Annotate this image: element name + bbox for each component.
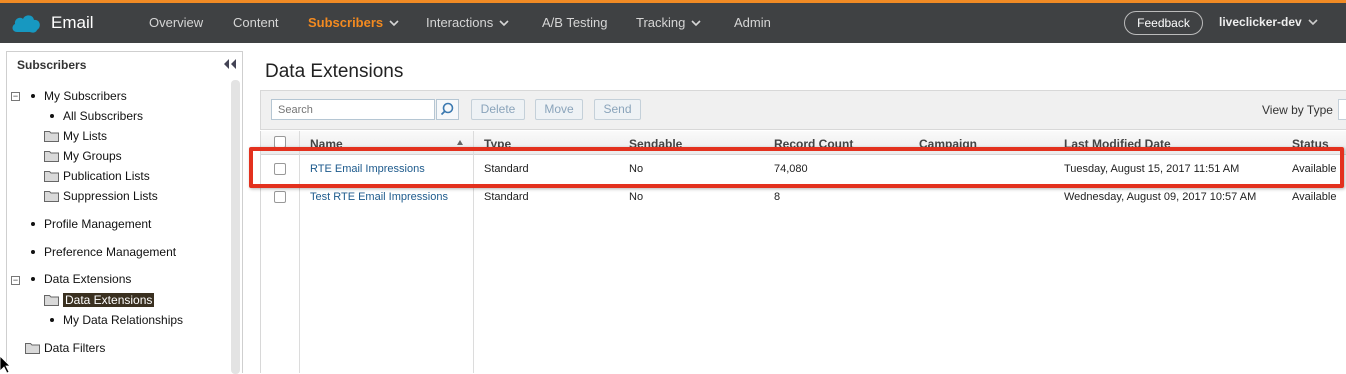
row-status: Available bbox=[1292, 191, 1337, 203]
view-by-type-label: View by Type bbox=[1262, 103, 1333, 117]
tree-item-my-subscribers[interactable]: My Subscribers bbox=[31, 89, 127, 103]
chevron-down-icon bbox=[691, 19, 701, 26]
column-header-record-count[interactable]: Record Count bbox=[774, 137, 853, 151]
salesforce-cloud-icon bbox=[12, 15, 40, 33]
tree-item-preference-management[interactable]: Preference Management bbox=[31, 245, 176, 259]
row-name-link[interactable]: RTE Email Impressions bbox=[310, 163, 425, 175]
bullet-icon bbox=[31, 250, 35, 254]
nav-subscribers[interactable]: Subscribers bbox=[308, 15, 399, 30]
tree-item-my-data-relationships[interactable]: My Data Relationships bbox=[50, 313, 183, 327]
row-record-count: 74,080 bbox=[774, 163, 808, 175]
chevron-down-icon bbox=[389, 19, 399, 26]
select-all-checkbox[interactable] bbox=[274, 136, 286, 148]
data-extensions-grid: Name Type Sendable Record Count Campaign… bbox=[260, 131, 1346, 373]
collapse-toggle[interactable]: − bbox=[11, 276, 20, 285]
nav-content[interactable]: Content bbox=[233, 15, 279, 30]
row-record-count: 8 bbox=[774, 191, 781, 203]
search-icon bbox=[440, 102, 454, 116]
row-name-link[interactable]: Test RTE Email Impressions bbox=[310, 191, 448, 203]
nav-interactions[interactable]: Interactions bbox=[426, 15, 509, 30]
row-checkbox[interactable] bbox=[274, 191, 286, 203]
tree-item-my-groups[interactable]: My Groups bbox=[44, 149, 122, 163]
chevron-down-icon bbox=[499, 19, 509, 26]
move-button[interactable]: Move bbox=[535, 99, 583, 120]
row-sendable: No bbox=[629, 191, 644, 203]
row-checkbox[interactable] bbox=[274, 163, 286, 175]
bullet-icon bbox=[50, 114, 54, 118]
search-button[interactable] bbox=[436, 99, 459, 120]
feedback-button[interactable]: Feedback bbox=[1124, 11, 1203, 35]
nav-admin[interactable]: Admin bbox=[734, 15, 771, 30]
user-menu[interactable]: liveclicker-dev bbox=[1219, 15, 1318, 29]
tree-item-my-lists[interactable]: My Lists bbox=[44, 129, 107, 143]
sidebar-scrollbar[interactable] bbox=[231, 80, 240, 374]
search-input[interactable] bbox=[271, 99, 435, 120]
folder-icon bbox=[44, 295, 59, 306]
sidebar-title: Subscribers bbox=[17, 58, 87, 72]
view-by-type-select[interactable] bbox=[1338, 99, 1346, 120]
collapse-sidebar-icon[interactable] bbox=[223, 58, 237, 70]
sidebar: Subscribers − My Subscribers All Subscri… bbox=[6, 51, 243, 374]
nav-ab-testing[interactable]: A/B Testing bbox=[542, 15, 608, 30]
sort-ascending-icon bbox=[457, 140, 463, 145]
tree-item-profile-management[interactable]: Profile Management bbox=[31, 217, 151, 231]
app-name: Email bbox=[51, 13, 94, 32]
bullet-icon bbox=[31, 277, 35, 281]
bullet-icon bbox=[31, 222, 35, 226]
row-sendable: No bbox=[629, 163, 644, 175]
bullet-icon bbox=[31, 94, 35, 98]
table-row[interactable]: Test RTE Email Impressions Standard No 8… bbox=[261, 184, 1346, 212]
top-nav-bar: Email Overview Content Subscribers Inter… bbox=[0, 0, 1346, 43]
send-button[interactable]: Send bbox=[594, 99, 641, 120]
grid-header: Name Type Sendable Record Count Campaign… bbox=[261, 131, 1346, 155]
column-header-type[interactable]: Type bbox=[484, 137, 511, 151]
folder-icon bbox=[44, 151, 59, 162]
column-header-name[interactable]: Name bbox=[310, 137, 343, 151]
chevron-down-icon bbox=[1308, 19, 1318, 26]
row-type: Standard bbox=[484, 191, 529, 203]
row-type: Standard bbox=[484, 163, 529, 175]
nav-tracking[interactable]: Tracking bbox=[636, 15, 701, 30]
collapse-toggle[interactable]: − bbox=[11, 92, 20, 101]
row-last-modified: Tuesday, August 15, 2017 11:51 AM bbox=[1064, 163, 1240, 175]
mouse-cursor-icon bbox=[0, 356, 10, 373]
table-row[interactable]: RTE Email Impressions Standard No 74,080… bbox=[261, 156, 1346, 184]
tree-item-suppression-lists[interactable]: Suppression Lists bbox=[44, 189, 158, 203]
brand[interactable]: Email bbox=[10, 12, 94, 34]
toolbar: Delete Move Send View by Type bbox=[260, 90, 1346, 130]
tree-item-data-extensions-selected[interactable]: Data Extensions bbox=[44, 293, 155, 307]
bullet-icon bbox=[50, 318, 54, 322]
column-header-last-modified[interactable]: Last Modified Date bbox=[1064, 137, 1171, 151]
folder-icon bbox=[44, 171, 59, 182]
tree-item-publication-lists[interactable]: Publication Lists bbox=[44, 169, 150, 183]
column-header-campaign[interactable]: Campaign bbox=[919, 137, 977, 151]
tree-item-all-subscribers[interactable]: All Subscribers bbox=[50, 109, 143, 123]
row-status: Available bbox=[1292, 163, 1337, 175]
nav-overview[interactable]: Overview bbox=[149, 15, 203, 30]
folder-icon bbox=[44, 131, 59, 142]
tree-item-data-extensions-root[interactable]: Data Extensions bbox=[31, 272, 131, 286]
column-header-status[interactable]: Status bbox=[1292, 137, 1329, 151]
folder-icon bbox=[44, 191, 59, 202]
delete-button[interactable]: Delete bbox=[471, 99, 525, 120]
folder-icon bbox=[25, 343, 40, 354]
page-title: Data Extensions bbox=[265, 61, 404, 82]
tree-item-data-filters[interactable]: Data Filters bbox=[25, 341, 105, 355]
row-last-modified: Wednesday, August 09, 2017 10:57 AM bbox=[1064, 191, 1257, 203]
column-header-sendable[interactable]: Sendable bbox=[629, 137, 682, 151]
